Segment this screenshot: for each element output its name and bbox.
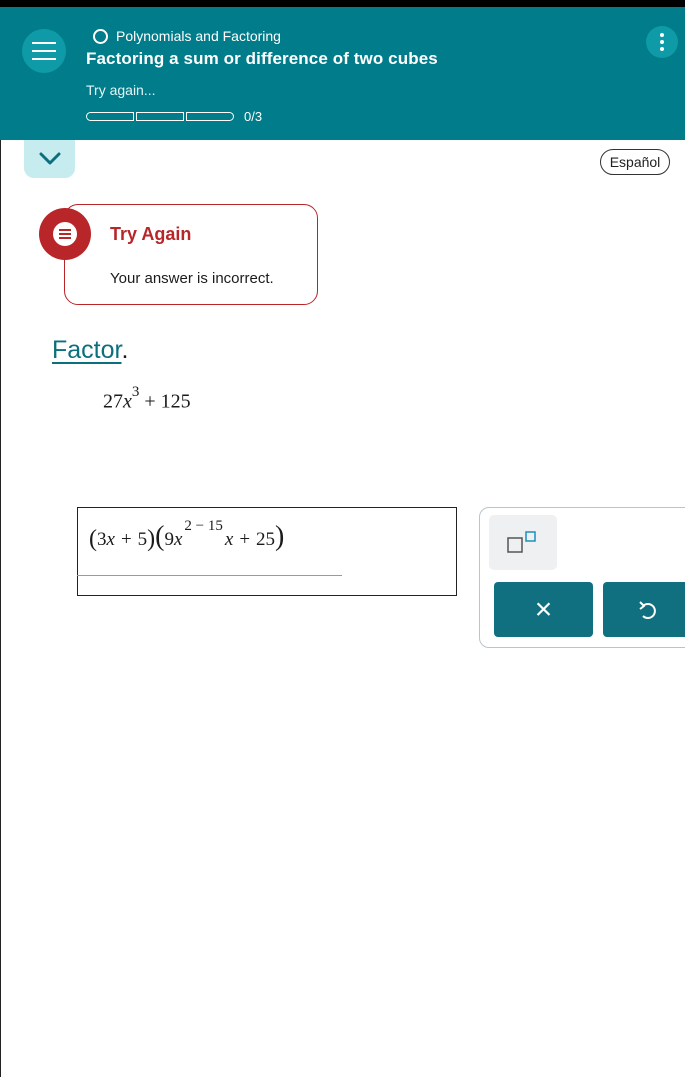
kebab-icon-dot — [660, 47, 664, 51]
question-expression: 27x3 + 125 — [103, 384, 191, 414]
ans-t2op: + — [239, 529, 251, 550]
factor-link[interactable]: Factor — [52, 336, 121, 364]
undo-icon — [639, 600, 656, 619]
topic-row: Polynomials and Factoring — [93, 26, 281, 46]
expr-const: 125 — [160, 390, 191, 413]
instruction-period: . — [121, 336, 129, 364]
hamburger-icon — [32, 42, 56, 44]
paren: ( — [89, 526, 97, 552]
lesson-title: Factoring a sum or difference of two cub… — [86, 49, 438, 68]
expr-coef: 27 — [103, 390, 123, 413]
paren: ) — [147, 526, 156, 552]
answer-expression[interactable]: ( 3 x + 5 ) ( 9 x 2 − 15 x + 25 ) — [89, 518, 285, 552]
exponent-key[interactable] — [489, 515, 557, 570]
ans-t2v: x — [173, 529, 183, 550]
ans-t1op: + — [120, 529, 132, 550]
ans-t2a: 9 — [164, 529, 174, 550]
ans-t1c: 5 — [137, 529, 148, 550]
chevron-down-icon — [39, 152, 60, 165]
ans-t2exp: 2 − 15 — [184, 518, 223, 534]
top-strip — [0, 0, 685, 7]
ans-t2c: 25 — [256, 529, 276, 550]
feedback-chat-icon — [39, 208, 91, 260]
hamburger-icon-line — [32, 50, 56, 52]
page: Polynomials and Factoring Factoring a su… — [0, 0, 685, 1077]
kebab-icon — [660, 33, 664, 37]
expr-var: x — [123, 390, 132, 413]
feedback-box — [64, 204, 318, 305]
paren: ( — [155, 521, 165, 552]
topic-circle-icon — [93, 28, 108, 44]
undo-button[interactable] — [603, 582, 685, 637]
progress-segment — [186, 112, 234, 121]
header: Polynomials and Factoring Factoring a su… — [0, 7, 685, 140]
chat-icon-graphic — [53, 222, 77, 246]
progress-segment — [86, 112, 134, 121]
progress-label: 0/3 — [244, 109, 263, 124]
feedback-title: Try Again — [110, 224, 192, 244]
expr-exp: 3 — [131, 384, 140, 400]
kebab-icon-dot — [660, 40, 664, 44]
ans-t2v2: x — [224, 529, 234, 550]
paren: ) — [275, 521, 285, 552]
status-text: Try again... — [86, 82, 156, 98]
progress-segment — [136, 112, 184, 121]
ans-t1a: 3 — [97, 529, 107, 550]
hamburger-icon-line — [32, 58, 56, 60]
left-border — [0, 140, 1, 1077]
more-options-button[interactable] — [646, 26, 678, 58]
topic-title: Polynomials and Factoring — [116, 28, 281, 44]
collapse-button[interactable] — [24, 140, 75, 178]
menu-button[interactable] — [22, 29, 66, 73]
feedback-message: Your answer is incorrect. — [110, 270, 274, 287]
clear-button[interactable]: × — [494, 582, 593, 637]
answer-input[interactable] — [77, 507, 457, 596]
exponent-box-icon — [507, 530, 536, 553]
question-instruction: Factor. — [52, 336, 128, 365]
progress-bar: 0/3 — [86, 109, 262, 124]
expr-op: + — [144, 390, 156, 413]
language-button[interactable]: Español — [600, 149, 670, 175]
answer-underline — [77, 575, 342, 576]
ans-t1v: x — [106, 529, 115, 550]
